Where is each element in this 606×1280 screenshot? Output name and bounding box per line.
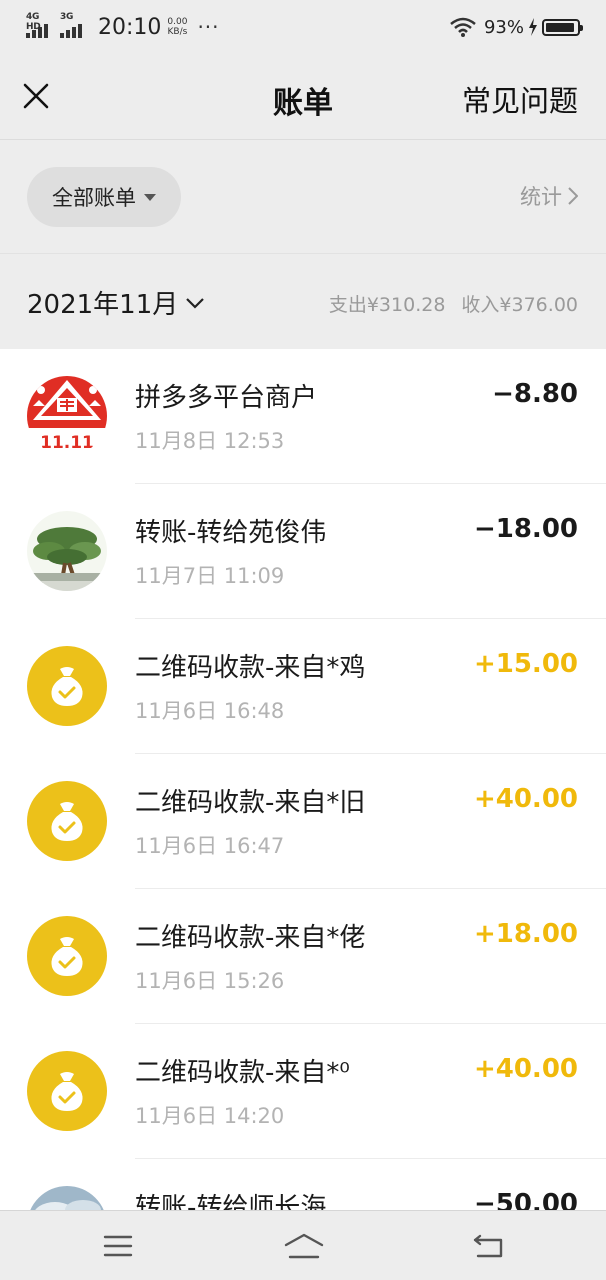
transaction-row[interactable]: 11.11 拼多多平台商户 11月8日 12:53 −8.80 — [0, 349, 606, 484]
faq-link[interactable]: 常见问题 — [462, 78, 578, 120]
transaction-name: 二维码收款-来自*佬 — [135, 923, 366, 953]
transaction-amount: +18.00 — [473, 919, 578, 949]
transaction-list: 11.11 拼多多平台商户 11月8日 12:53 −8.80 转账-转给苑俊伟… — [0, 349, 606, 1210]
transaction-amount: +15.00 — [473, 649, 578, 679]
home-icon — [284, 1233, 324, 1259]
system-navigation-bar — [0, 1210, 606, 1280]
chevron-down-icon — [186, 297, 205, 309]
menu-icon — [103, 1235, 133, 1257]
filter-bar: 全部账单 统计 — [0, 141, 606, 253]
month-summary: 支出¥310.28 收入¥376.00 — [329, 290, 578, 317]
transaction-amount: −8.80 — [492, 379, 578, 409]
money-bag-icon — [27, 916, 107, 996]
transaction-row[interactable]: 二维码收款-来自*鸡 11月6日 16:48 +15.00 — [0, 619, 606, 754]
month-label: 2021年11月 — [27, 290, 179, 320]
transaction-time: 11月6日 15:26 — [135, 969, 285, 993]
transaction-time: 11月6日 16:48 — [135, 699, 285, 723]
transaction-time: 11月6日 14:20 — [135, 1104, 285, 1128]
transaction-time: 11月8日 12:53 — [135, 429, 285, 453]
transaction-row[interactable]: 转账-转给苑俊伟 11月7日 11:09 −18.00 — [0, 484, 606, 619]
clock: 20:10 — [98, 14, 162, 40]
transaction-name: 拼多多平台商户 — [135, 383, 318, 413]
money-bag-icon — [27, 646, 107, 726]
pinduoduo-logo: 11.11 — [27, 376, 107, 456]
transaction-row[interactable]: 二维码收款-来自*佬 11月6日 15:26 +18.00 — [0, 889, 606, 1024]
transaction-time: 11月6日 16:47 — [135, 834, 285, 858]
transaction-name: 二维码收款-来自*⁰ — [135, 1058, 350, 1088]
caret-down-icon — [144, 193, 156, 201]
month-selector[interactable]: 2021年11月 — [27, 284, 205, 321]
network-speed-value: 0.00 — [167, 17, 188, 27]
chevron-right-icon — [568, 187, 578, 205]
sky-photo — [27, 1186, 107, 1210]
battery-fill — [546, 22, 574, 32]
transaction-amount: −18.00 — [473, 514, 578, 544]
network-type-2: 3G — [60, 12, 74, 22]
menu-button[interactable] — [102, 1231, 134, 1261]
status-bar: 4G HD 3G 20:10 0.00 KB/s ··· 93% — [0, 0, 606, 56]
more-notifications-icon: ··· — [197, 15, 220, 39]
transaction-name: 转账-转给师长海 — [135, 1193, 327, 1210]
stats-link[interactable]: 统计 — [520, 181, 578, 211]
transaction-row[interactable]: 转账-转给师长海 −50.00 — [0, 1159, 606, 1210]
charging-icon — [529, 18, 537, 36]
network-speed: 0.00 KB/s — [167, 17, 187, 37]
signal-3g-icon: 3G — [60, 12, 90, 42]
bonsai-photo — [27, 511, 107, 591]
wifi-icon — [450, 17, 476, 37]
network-speed-unit: KB/s — [167, 27, 188, 37]
transaction-row[interactable]: 二维码收款-来自*旧 11月6日 16:47 +40.00 — [0, 754, 606, 889]
money-bag-icon — [27, 1051, 107, 1131]
money-bag-icon — [27, 781, 107, 861]
status-bar-left: 4G HD 3G 20:10 0.00 KB/s ··· — [26, 12, 220, 42]
pinduoduo-logo-text: 11.11 — [40, 433, 94, 453]
transaction-amount: −50.00 — [473, 1189, 578, 1210]
transaction-amount: +40.00 — [473, 1054, 578, 1084]
battery-icon — [542, 18, 583, 36]
home-button[interactable] — [283, 1231, 325, 1261]
transaction-name: 转账-转给苑俊伟 — [135, 518, 327, 548]
stats-label: 统计 — [520, 185, 562, 209]
month-header: 2021年11月 支出¥310.28 收入¥376.00 — [0, 253, 606, 349]
back-icon — [473, 1234, 503, 1258]
month-expense-total: 支出¥310.28 — [328, 294, 446, 316]
transaction-row[interactable]: 二维码收款-来自*⁰ 11月6日 14:20 +40.00 — [0, 1024, 606, 1159]
transaction-time: 11月7日 11:09 — [135, 564, 285, 588]
signal-4g-icon: 4G HD — [26, 12, 56, 42]
all-bills-dropdown[interactable]: 全部账单 — [27, 167, 181, 227]
transaction-name: 二维码收款-来自*鸡 — [135, 653, 366, 683]
all-bills-label: 全部账单 — [52, 186, 136, 210]
nav-bar: 账单 常见问题 — [0, 56, 606, 140]
transaction-amount: +40.00 — [473, 784, 578, 814]
back-button[interactable] — [472, 1231, 504, 1261]
transaction-name: 二维码收款-来自*旧 — [135, 788, 366, 818]
battery-percent: 93% — [483, 16, 524, 38]
month-income-total: 收入¥376.00 — [461, 294, 578, 316]
status-bar-right: 93% — [450, 12, 583, 42]
